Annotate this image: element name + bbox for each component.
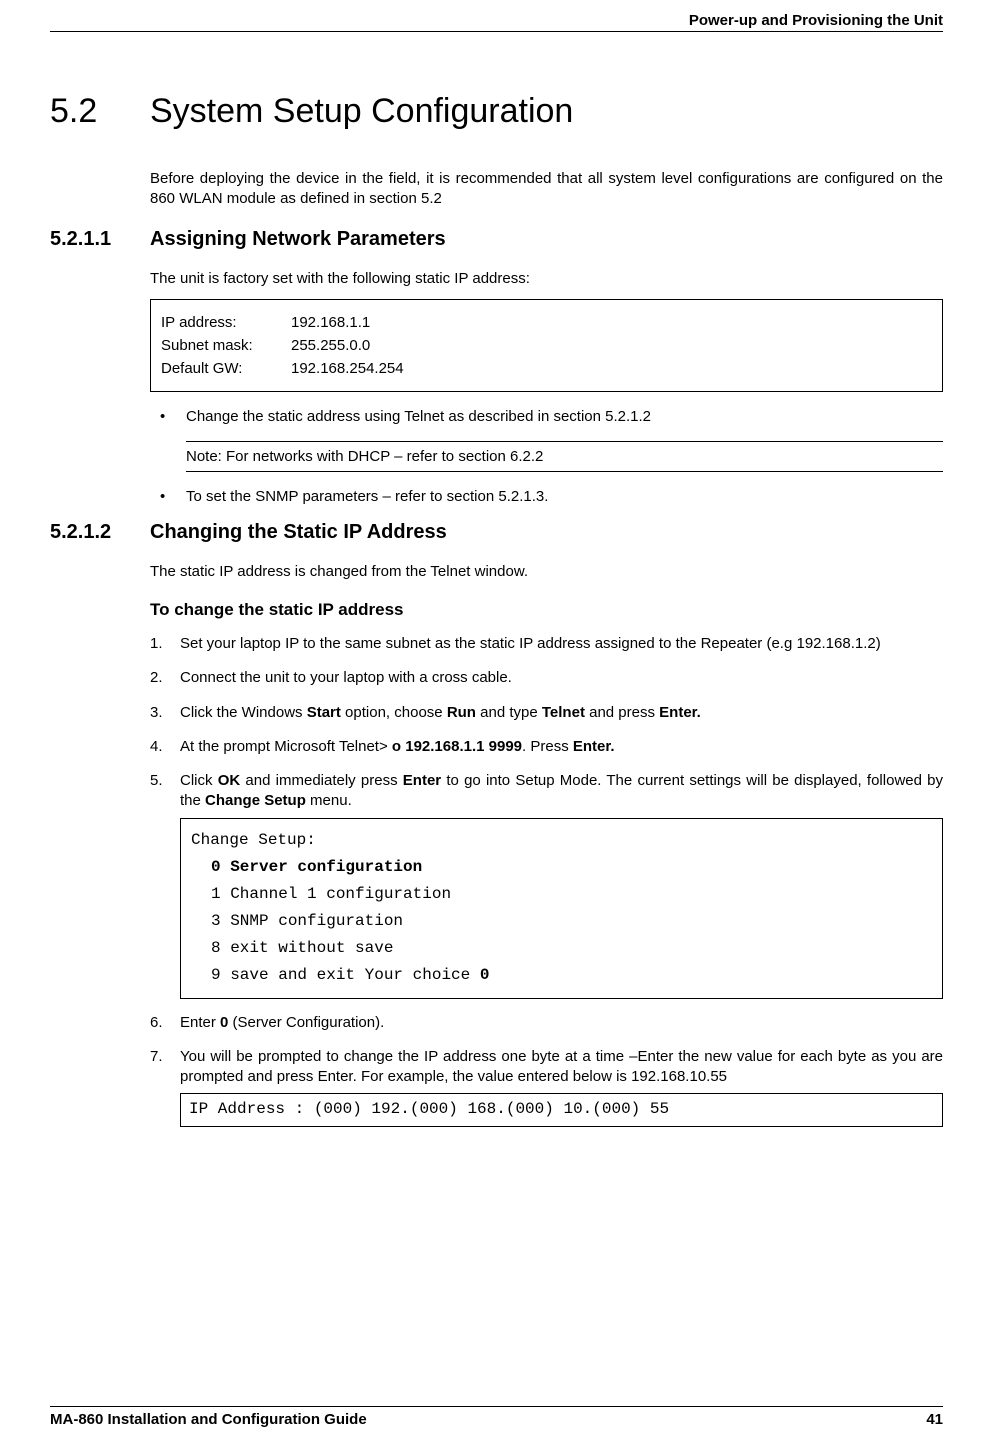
sub1-bullet-2: To set the SNMP parameters – refer to se… xyxy=(156,486,943,507)
step-5-text-a: Click xyxy=(180,772,218,789)
step-4-bold-b: o 192.168.1.1 9999 xyxy=(392,738,522,755)
dhcp-note-text: Note: For networks with DHCP – refer to … xyxy=(186,448,543,465)
term-line-1-text: 0 Server configuration xyxy=(211,858,422,876)
step-3-text-e: and type xyxy=(476,704,542,721)
term-line-5-choice: 0 xyxy=(480,966,490,984)
step-2: Connect the unit to your laptop with a c… xyxy=(150,668,943,688)
subsection-2-number: 5.2.1.2 xyxy=(50,521,150,544)
step-6-text-c: (Server Configuration). xyxy=(228,1014,384,1031)
step-5-bold-b: OK xyxy=(218,772,241,789)
step-5-bold-f: Change Setup xyxy=(205,792,306,809)
change-setup-terminal: Change Setup: 0 Server configuration 1 C… xyxy=(180,818,943,999)
step-3-bold-b: Start xyxy=(307,704,341,721)
subsection-1-body: The unit is factory set with the followi… xyxy=(150,269,943,507)
sub2-intro: The static IP address is changed from th… xyxy=(150,562,943,582)
step-6-text-a: Enter xyxy=(180,1014,220,1031)
term-line-4: 8 exit without save xyxy=(191,935,932,962)
term-line-1: 0 Server configuration xyxy=(191,854,932,881)
section-intro-text: Before deploying the device in the field… xyxy=(150,169,943,210)
subsection-1-number: 5.2.1.1 xyxy=(50,228,150,251)
subnet-mask-row: Subnet mask: 255.255.0.0 xyxy=(161,337,932,354)
step-3-text-g: and press xyxy=(585,704,659,721)
dhcp-note: Note: For networks with DHCP – refer to … xyxy=(186,441,943,472)
step-4-text-a: At the prompt Microsoft Telnet> xyxy=(180,738,392,755)
step-3-text-a: Click the Windows xyxy=(180,704,307,721)
subnet-mask-value: 255.255.0.0 xyxy=(291,337,370,354)
section-heading: 5.2 System Setup Configuration xyxy=(50,92,943,131)
step-5-text-c: and immediately press xyxy=(240,772,403,789)
sub1-intro: The unit is factory set with the followi… xyxy=(150,269,943,289)
step-3-bold-d: Run xyxy=(447,704,476,721)
step-4: At the prompt Microsoft Telnet> o 192.16… xyxy=(150,737,943,757)
step-1: Set your laptop IP to the same subnet as… xyxy=(150,634,943,654)
header-chapter-title: Power-up and Provisioning the Unit xyxy=(689,12,943,29)
step-3-text-c: option, choose xyxy=(341,704,447,721)
step-3: Click the Windows Start option, choose R… xyxy=(150,703,943,723)
change-ip-steps: Set your laptop IP to the same subnet as… xyxy=(150,634,943,1127)
ip-address-label: IP address: xyxy=(161,314,291,331)
term-line-3: 3 SNMP configuration xyxy=(191,908,932,935)
ip-address-terminal: IP Address : (000) 192.(000) 168.(000) 1… xyxy=(180,1093,943,1126)
subsection-heading-1: 5.2.1.1 Assigning Network Parameters xyxy=(50,228,943,251)
section-intro-block: Before deploying the device in the field… xyxy=(150,169,943,210)
sub2-subhead: To change the static IP address xyxy=(150,600,943,620)
page-footer: MA-860 Installation and Configuration Gu… xyxy=(50,1406,943,1428)
subsection-heading-2: 5.2.1.2 Changing the Static IP Address xyxy=(50,521,943,544)
sub1-bullets-bottom: To set the SNMP parameters – refer to se… xyxy=(150,486,943,507)
step-3-bold-f: Telnet xyxy=(542,704,585,721)
subnet-mask-label: Subnet mask: xyxy=(161,337,291,354)
term-line-2: 1 Channel 1 configuration xyxy=(191,881,932,908)
step-5: Click OK and immediately press Enter to … xyxy=(150,771,943,999)
footer-page-number: 41 xyxy=(926,1411,943,1428)
default-gw-label: Default GW: xyxy=(161,360,291,377)
term-line-0: Change Setup: xyxy=(191,827,932,854)
section-title: System Setup Configuration xyxy=(150,92,573,131)
step-4-text-c: . Press xyxy=(522,738,573,755)
subsection-2-body: The static IP address is changed from th… xyxy=(150,562,943,1127)
section-number: 5.2 xyxy=(50,92,150,131)
ip-address-line: IP Address : (000) 192.(000) 168.(000) 1… xyxy=(189,1100,934,1119)
step-6: Enter 0 (Server Configuration). xyxy=(150,1013,943,1033)
sub1-bullet-1: Change the static address using Telnet a… xyxy=(156,406,943,427)
default-gw-row: Default GW: 192.168.254.254 xyxy=(161,360,932,377)
step-5-bold-d: Enter xyxy=(403,772,441,789)
page-header: Power-up and Provisioning the Unit xyxy=(50,0,943,32)
ip-address-value: 192.168.1.1 xyxy=(291,314,370,331)
step-3-bold-h: Enter. xyxy=(659,704,701,721)
footer-doc-title: MA-860 Installation and Configuration Gu… xyxy=(50,1411,367,1428)
sub1-bullets-top: Change the static address using Telnet a… xyxy=(150,406,943,427)
step-7: You will be prompted to change the IP ad… xyxy=(150,1047,943,1127)
default-gw-value: 192.168.254.254 xyxy=(291,360,404,377)
term-line-5-text: 9 save and exit Your choice xyxy=(211,966,480,984)
ip-address-row: IP address: 192.168.1.1 xyxy=(161,314,932,331)
step-7-text: You will be prompted to change the IP ad… xyxy=(180,1048,943,1085)
term-line-5: 9 save and exit Your choice 0 xyxy=(191,962,932,989)
step-4-bold-d: Enter. xyxy=(573,738,615,755)
step-5-text-g: menu. xyxy=(306,792,352,809)
subsection-2-title: Changing the Static IP Address xyxy=(150,521,447,544)
factory-ip-box: IP address: 192.168.1.1 Subnet mask: 255… xyxy=(150,299,943,392)
subsection-1-title: Assigning Network Parameters xyxy=(150,228,446,251)
